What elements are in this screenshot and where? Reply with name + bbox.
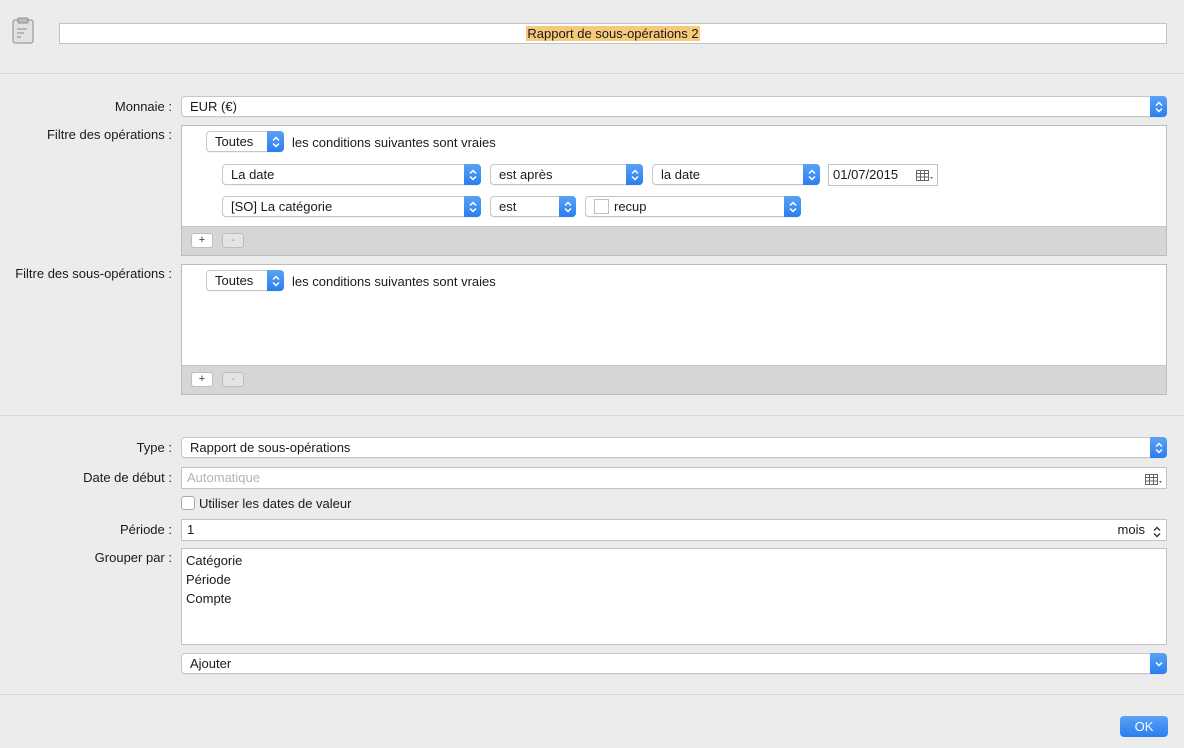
rule-operator-popup[interactable]: est après xyxy=(490,164,643,185)
chevron-updown-icon xyxy=(1150,437,1167,458)
remove-rule-button[interactable]: - xyxy=(222,233,244,248)
list-item[interactable]: Période xyxy=(186,570,1162,589)
list-item[interactable]: Compte xyxy=(186,589,1162,608)
currency-label: Monnaie : xyxy=(114,99,172,114)
header-separator xyxy=(0,73,1184,74)
report-icon xyxy=(12,17,34,45)
rule-value-type-value: la date xyxy=(661,167,701,182)
subop-filter-mode-popup[interactable]: Toutes xyxy=(206,270,284,291)
group-by-add-popup[interactable]: Ajouter xyxy=(181,653,1167,674)
currency-value: EUR (€) xyxy=(190,99,237,114)
op-filter-editor: Toutes les conditions suivantes sont vra… xyxy=(181,125,1167,256)
chevron-updown-icon xyxy=(267,270,284,291)
chevron-updown-icon xyxy=(626,164,643,185)
op-filter-label: Filtre des opérations : xyxy=(46,127,172,142)
rule-operator-popup[interactable]: est xyxy=(490,196,576,217)
type-popup[interactable]: Rapport de sous-opérations xyxy=(181,437,1167,458)
rule-date-value: 01/07/2015 xyxy=(833,167,899,182)
report-title-field[interactable]: Rapport de sous-opérations 2 xyxy=(59,23,1167,44)
op-filter-mode-value: Toutes xyxy=(215,134,254,149)
footer-separator xyxy=(0,694,1184,695)
rule-date-field[interactable]: 01/07/2015 xyxy=(828,164,938,186)
rule-category-value: recup xyxy=(614,199,647,214)
report-title-text: Rapport de sous-opérations 2 xyxy=(526,26,700,41)
chevron-updown-icon xyxy=(464,164,481,185)
middle-separator xyxy=(0,415,1184,416)
subop-filter-mode-value: Toutes xyxy=(215,273,254,288)
period-field[interactable]: 1 mois xyxy=(181,519,1167,541)
chevron-updown-icon xyxy=(1150,96,1167,117)
subop-filter-editor: Toutes les conditions suivantes sont vra… xyxy=(181,264,1167,395)
subop-filter-mode-suffix: les conditions suivantes sont vraies xyxy=(292,274,496,289)
add-subop-rule-button[interactable]: + xyxy=(191,372,213,387)
rule-value-type-popup[interactable]: la date xyxy=(652,164,820,185)
op-filter-footer: + - xyxy=(182,226,1166,255)
calendar-grid-icon[interactable] xyxy=(916,168,934,188)
type-value: Rapport de sous-opérations xyxy=(190,440,351,455)
chevron-updown-icon[interactable] xyxy=(1153,524,1161,544)
period-value: 1 xyxy=(187,522,195,537)
subop-filter-label: Filtre des sous-opérations : xyxy=(15,266,172,281)
group-by-add-value: Ajouter xyxy=(190,656,232,671)
chevron-updown-icon xyxy=(267,131,284,152)
rule-field-popup[interactable]: [SO] La catégorie xyxy=(222,196,481,217)
op-filter-mode-popup[interactable]: Toutes xyxy=(206,131,284,152)
chevron-down-icon xyxy=(1150,653,1167,674)
chevron-updown-icon xyxy=(803,164,820,185)
group-by-label: Grouper par : xyxy=(94,550,172,565)
rule-field-popup[interactable]: La date xyxy=(222,164,481,185)
chevron-updown-icon xyxy=(464,196,481,217)
category-color-swatch xyxy=(594,199,609,214)
list-item[interactable]: Catégorie xyxy=(186,551,1162,570)
value-dates-checkbox[interactable] xyxy=(181,496,195,510)
calendar-grid-icon[interactable] xyxy=(1145,472,1163,492)
value-dates-label: Utiliser les dates de valeur xyxy=(199,496,352,511)
currency-popup[interactable]: EUR (€) xyxy=(181,96,1167,117)
rule-field-value: La date xyxy=(231,167,275,182)
op-filter-mode-suffix: les conditions suivantes sont vraies xyxy=(292,135,496,150)
start-date-placeholder: Automatique xyxy=(187,470,260,485)
rule-field-value: [SO] La catégorie xyxy=(231,199,333,214)
period-label: Période : xyxy=(119,522,172,537)
ok-button[interactable]: OK xyxy=(1120,716,1168,737)
rule-operator-value: est xyxy=(499,199,517,214)
remove-subop-rule-button[interactable]: - xyxy=(222,372,244,387)
chevron-updown-icon xyxy=(784,196,801,217)
group-by-list: Catégorie Période Compte xyxy=(181,548,1167,645)
start-date-label: Date de début : xyxy=(83,470,172,485)
type-label: Type : xyxy=(136,440,172,455)
rule-operator-value: est après xyxy=(499,167,553,182)
start-date-field[interactable]: Automatique xyxy=(181,467,1167,489)
rule-category-popup[interactable]: recup xyxy=(585,196,801,217)
chevron-updown-icon xyxy=(559,196,576,217)
add-rule-button[interactable]: + xyxy=(191,233,213,248)
period-unit: mois xyxy=(1117,522,1145,537)
subop-filter-footer: + - xyxy=(182,365,1166,394)
